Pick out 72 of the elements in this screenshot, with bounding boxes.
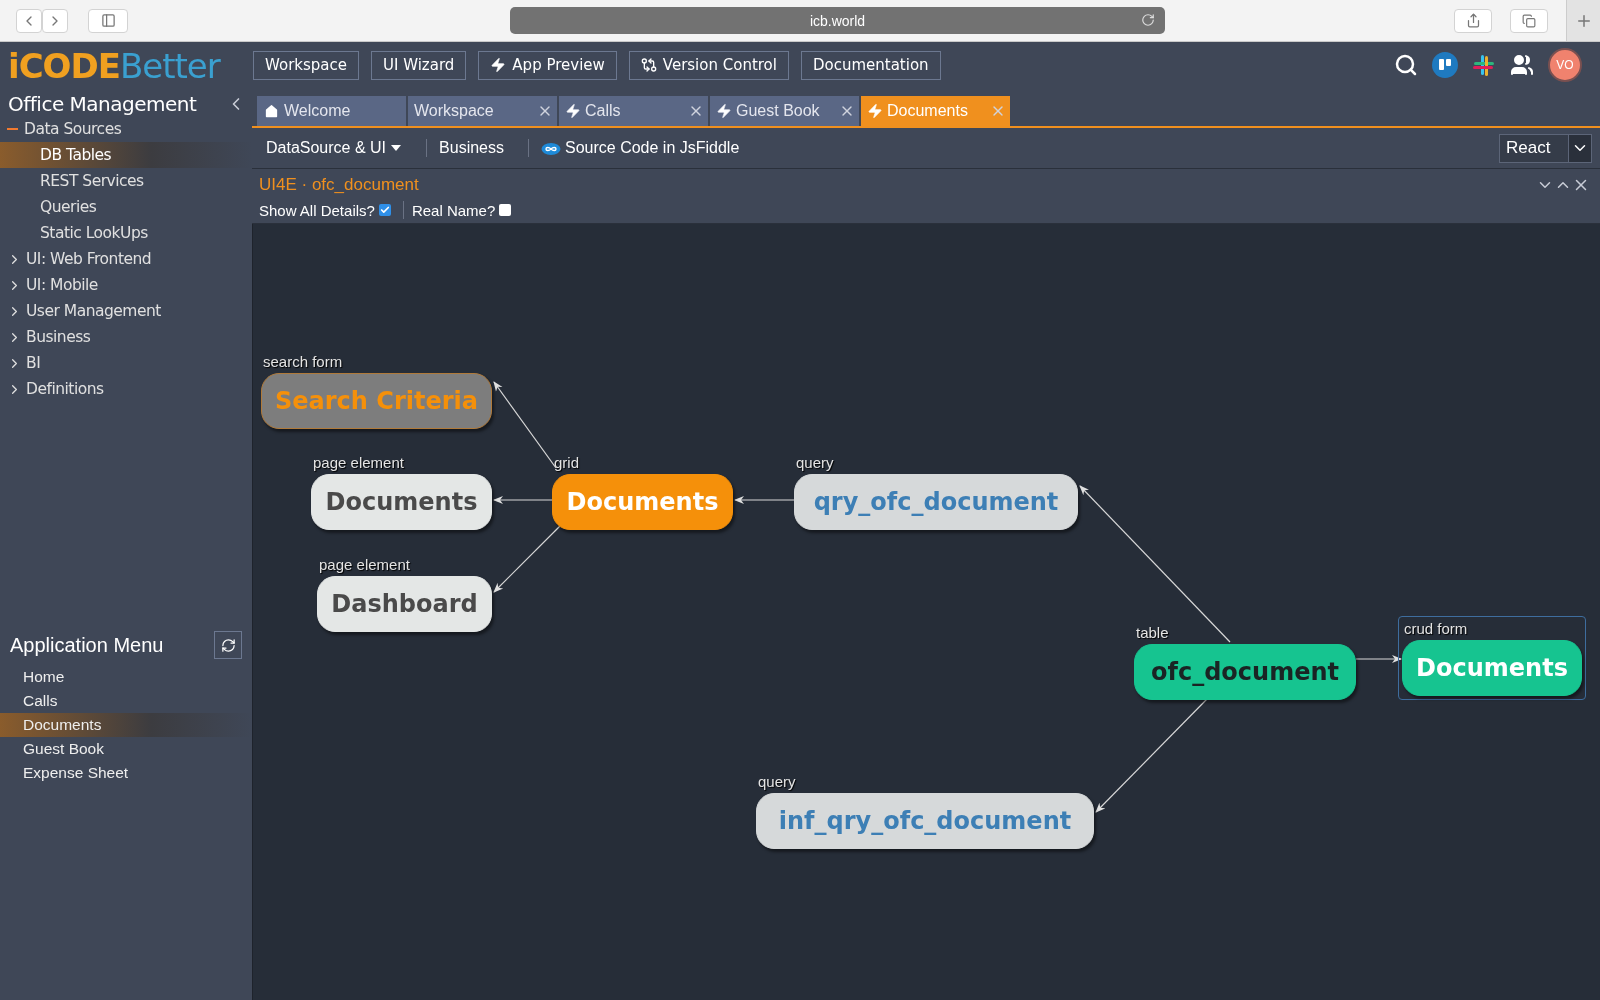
bolt-icon	[716, 103, 732, 119]
framework-select[interactable]: React	[1499, 133, 1592, 163]
menu-item[interactable]: Calls	[0, 689, 252, 713]
toolbar-link[interactable]: Source Code in JsFiddle	[565, 139, 752, 157]
connector-arrow	[493, 525, 561, 593]
option-label: Show All Details?	[259, 201, 375, 219]
tab[interactable]: Calls	[559, 96, 708, 126]
tree-item[interactable]: BI	[0, 350, 252, 376]
nav-button[interactable]: Workspace	[253, 50, 359, 80]
tabs-button[interactable]	[1510, 8, 1548, 33]
tree-item[interactable]: Data Sources	[0, 116, 252, 142]
diagram-node[interactable]: ofc_document	[1134, 644, 1356, 700]
share-icon	[1465, 13, 1481, 28]
tree-item[interactable]: Definitions	[0, 376, 252, 402]
bolt-icon	[867, 103, 883, 119]
copy-icon	[1522, 13, 1536, 28]
sidebar-toggle-button[interactable]	[88, 8, 128, 33]
node-type-label: table	[1136, 624, 1169, 641]
logo: iCODEBetter	[7, 44, 222, 87]
connector-arrow	[734, 496, 795, 504]
connector-arrow	[493, 496, 553, 504]
caret-icon	[390, 144, 403, 152]
toolbar-link[interactable]: Business	[439, 139, 516, 157]
search-icon[interactable]	[1394, 53, 1418, 77]
nav-button[interactable]: App Preview	[478, 50, 617, 80]
tree-item[interactable]: REST Services	[0, 168, 252, 194]
node-type-label: query	[796, 454, 834, 471]
node-type-label: page element	[313, 454, 404, 471]
bolt-icon	[565, 103, 581, 119]
panel-title: UI4E · ofc_document	[259, 175, 419, 195]
nav-button[interactable]: UI Wizard	[371, 50, 467, 80]
menu-item[interactable]: Home	[0, 665, 252, 689]
node-type-label: crud form	[1404, 620, 1468, 637]
tab[interactable]: Welcome	[257, 96, 406, 126]
tree-item[interactable]: UI: Web Frontend	[0, 246, 252, 272]
diagram-node[interactable]: Documents	[311, 474, 492, 530]
node-type-label: page element	[319, 556, 410, 573]
node-type-label: query	[758, 773, 796, 790]
refresh-icon	[220, 637, 236, 653]
menu-item[interactable]: Expense Sheet	[0, 761, 252, 785]
menu-dropdown[interactable]: DataSource & UI	[266, 139, 415, 157]
tree-item[interactable]: UI: Mobile	[0, 272, 252, 298]
tab[interactable]: Guest Book	[710, 96, 859, 126]
option-label: Real Name?	[411, 201, 496, 219]
nav-button[interactable]: Version Control	[628, 50, 789, 80]
bolt-icon	[490, 57, 507, 73]
connector-arrow	[1355, 655, 1402, 663]
cloud-icon	[541, 141, 561, 155]
tree-item[interactable]: User Management	[0, 298, 252, 324]
board-app-icon[interactable]	[1432, 52, 1458, 78]
address-bar[interactable]: icb.world	[510, 7, 1165, 34]
home-icon	[263, 102, 280, 120]
refresh-button[interactable]	[214, 631, 242, 659]
menu-item[interactable]: Guest Book	[0, 737, 252, 761]
tab[interactable]: Workspace	[408, 96, 557, 126]
users-icon[interactable]	[1510, 53, 1534, 77]
tree-item[interactable]: Business	[0, 324, 252, 350]
diagram-node[interactable]: Dashboard	[317, 576, 492, 632]
share-button[interactable]	[1454, 8, 1492, 33]
node-type-label: search form	[263, 353, 343, 370]
node-type-label: grid	[554, 454, 579, 471]
sidebar-title: Office Management	[8, 92, 197, 116]
tree-item[interactable]: Queries	[0, 194, 252, 220]
compare-icon	[640, 57, 657, 73]
section-title: Application Menu	[10, 633, 164, 657]
checkbox[interactable]	[499, 204, 512, 216]
nav-button[interactable]: Documentation	[800, 50, 941, 80]
reload-icon[interactable]	[1141, 13, 1155, 27]
sidebar-icon	[100, 13, 116, 28]
tree-item[interactable]: Static LookUps	[0, 220, 252, 246]
checkbox[interactable]	[378, 204, 391, 216]
chat-app-icon[interactable]	[1472, 53, 1496, 77]
